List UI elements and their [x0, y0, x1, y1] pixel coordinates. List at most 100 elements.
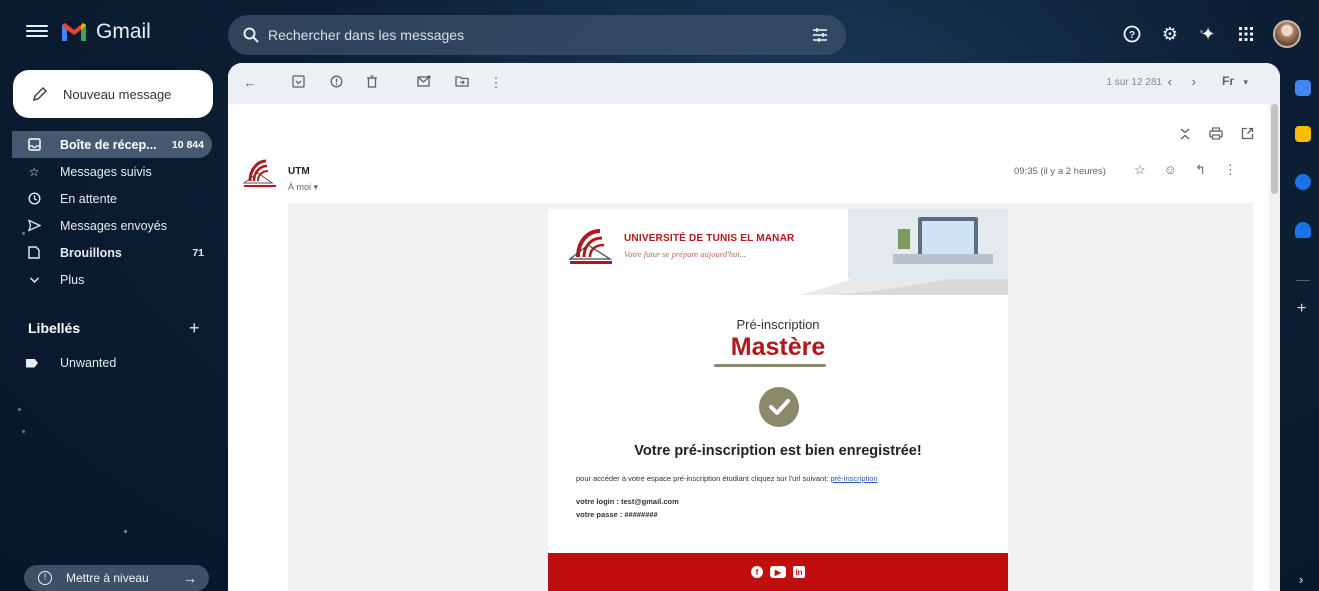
top-actions: ? ⚙ ✦	[1121, 20, 1301, 48]
star-icon: ☆	[28, 164, 40, 179]
compose-button[interactable]: Nouveau message	[13, 70, 213, 118]
program-title: Mastère	[730, 333, 826, 361]
more-vertical-icon[interactable]: ⋮	[1224, 162, 1237, 178]
archive-icon[interactable]	[290, 75, 306, 91]
youtube-icon[interactable]: ▶	[770, 566, 786, 578]
help-icon[interactable]: ?	[1121, 23, 1143, 45]
upgrade-button[interactable]: ! Mettre à niveau →	[24, 565, 209, 591]
search-options-icon[interactable]	[812, 27, 828, 43]
back-arrow-icon[interactable]: ←	[242, 75, 258, 91]
sender-avatar[interactable]	[242, 155, 278, 191]
upgrade-label: Mettre à niveau	[66, 571, 149, 585]
sidebar-item-label: Messages envoyés	[60, 218, 168, 233]
info-icon: !	[38, 571, 52, 585]
input-tools-button[interactable]: Fr	[1222, 74, 1234, 88]
delete-icon[interactable]	[364, 75, 380, 91]
add-label-icon[interactable]: +	[189, 318, 200, 339]
older-chevron-icon[interactable]: ›	[1192, 74, 1196, 89]
show-side-panel-icon[interactable]: ›	[1299, 572, 1303, 587]
gmail-logo[interactable]: Gmail	[60, 20, 151, 44]
emoji-reaction-icon[interactable]: ☺	[1164, 162, 1177, 178]
sidebar-item-starred[interactable]: ☆ Messages suivis	[12, 158, 212, 185]
panel-scrollbar[interactable]	[1269, 104, 1280, 591]
unread-count: 10 844	[171, 138, 204, 151]
checkmark-icon	[759, 387, 799, 427]
gmail-m-icon	[62, 23, 86, 41]
star-icon[interactable]: ☆	[1134, 162, 1146, 178]
chevron-down-icon	[26, 272, 42, 288]
university-slogan: Votre futur se prépare aujourd'hui...	[624, 249, 746, 259]
sidebar-item-sent[interactable]: Messages envoyés	[12, 212, 212, 239]
account-avatar[interactable]	[1273, 20, 1301, 48]
message-actions: ☆ ☺ ↰ ⋮	[1134, 162, 1237, 178]
move-to-icon[interactable]	[454, 75, 470, 91]
access-text: pour accéder à votre espace pré-inscript…	[576, 474, 831, 483]
newer-chevron-icon[interactable]: ‹	[1168, 74, 1172, 89]
caret-down-icon: ▾	[313, 182, 319, 192]
label-tag-icon	[26, 358, 38, 368]
labels-heading: Libellés	[28, 320, 81, 336]
collapse-all-icon[interactable]	[1179, 127, 1191, 144]
mark-unread-icon[interactable]	[416, 75, 432, 91]
settings-gear-icon[interactable]: ⚙	[1159, 23, 1181, 45]
sidebar-item-snoozed[interactable]: En attente	[12, 185, 212, 212]
app-name: Gmail	[96, 20, 151, 43]
contacts-icon[interactable]	[1295, 222, 1311, 238]
clock-icon	[26, 191, 42, 207]
pre-registration-link[interactable]: pré-inscription	[830, 474, 877, 483]
confirmation-heading: Votre pré-inscription est bien enregistr…	[634, 443, 922, 459]
thread-actions	[1179, 127, 1254, 144]
pre-registration-title: Pré-inscription	[736, 317, 820, 332]
sidebar-item-label: Boîte de récep...	[60, 137, 157, 152]
keep-notes-icon[interactable]	[1295, 126, 1311, 142]
sidebar-item-inbox[interactable]: Boîte de récep... 10 844	[12, 131, 212, 158]
login-line: votre login : test@gmail.com	[576, 497, 679, 506]
access-instructions: pour accéder à votre espace pré-inscript…	[576, 474, 878, 483]
send-icon	[26, 218, 42, 234]
search-icon[interactable]	[242, 26, 260, 44]
sidebar-item-more[interactable]: Plus	[12, 266, 212, 293]
sidebar-nav: Boîte de récep... 10 844 ☆ Messages suiv…	[12, 131, 212, 293]
recipient-details[interactable]: À moi ▾	[288, 182, 318, 193]
tasks-icon[interactable]	[1295, 174, 1311, 190]
sidebar-item-label: En attente	[60, 191, 117, 206]
recipient-text: À moi	[288, 182, 312, 192]
email-header: UNIVERSITÉ DE TUNIS EL MANAR Votre futur…	[548, 209, 1008, 295]
calendar-icon[interactable]	[1295, 80, 1311, 96]
draft-icon	[26, 245, 42, 261]
print-icon[interactable]	[1209, 127, 1223, 144]
sidebar-item-drafts[interactable]: Brouillons 71	[12, 239, 212, 266]
label-name: Unwanted	[60, 356, 117, 370]
sidebar-item-label: Messages suivis	[60, 164, 152, 179]
sidebar-item-label: Brouillons	[60, 245, 122, 260]
message-panel: ← ⋮ 1 sur 12 281 ‹ › Fr ▾ UTM À moi ▾ 09…	[228, 63, 1280, 591]
university-name: UNIVERSITÉ DE TUNIS EL MANAR	[624, 233, 795, 244]
label-item-unwanted[interactable]: Unwanted	[26, 352, 116, 374]
reply-icon[interactable]: ↰	[1195, 162, 1206, 178]
background-sparkle	[18, 408, 21, 411]
caret-down-icon[interactable]: ▾	[1243, 77, 1248, 88]
message-timestamp: 09:35 (il y a 2 heures)	[1014, 166, 1106, 177]
sender-name: UTM	[288, 166, 310, 177]
add-addon-icon[interactable]: +	[1297, 300, 1306, 318]
scrollbar-thumb[interactable]	[1271, 104, 1278, 194]
more-vertical-icon[interactable]: ⋮	[488, 75, 504, 91]
rail-divider	[1296, 280, 1310, 281]
main-menu-button[interactable]	[26, 22, 48, 42]
email-body: UNIVERSITÉ DE TUNIS EL MANAR Votre futur…	[288, 203, 1253, 591]
open-new-window-icon[interactable]	[1241, 127, 1254, 144]
arrow-right-icon: →	[183, 570, 197, 586]
sidebar-item-label: Plus	[60, 272, 85, 287]
linkedin-icon[interactable]: in	[793, 566, 805, 578]
title-underline	[714, 364, 826, 367]
compose-label: Nouveau message	[63, 86, 172, 102]
search-input[interactable]	[268, 23, 788, 47]
university-logo	[568, 229, 613, 264]
report-spam-icon[interactable]	[328, 75, 344, 91]
facebook-icon[interactable]: f	[751, 566, 763, 578]
background-sparkle	[22, 430, 25, 433]
gemini-sparkle-icon[interactable]: ✦	[1197, 23, 1219, 45]
apps-grid-icon[interactable]	[1235, 23, 1257, 45]
inbox-icon	[26, 137, 42, 153]
background-sparkle	[124, 530, 127, 533]
